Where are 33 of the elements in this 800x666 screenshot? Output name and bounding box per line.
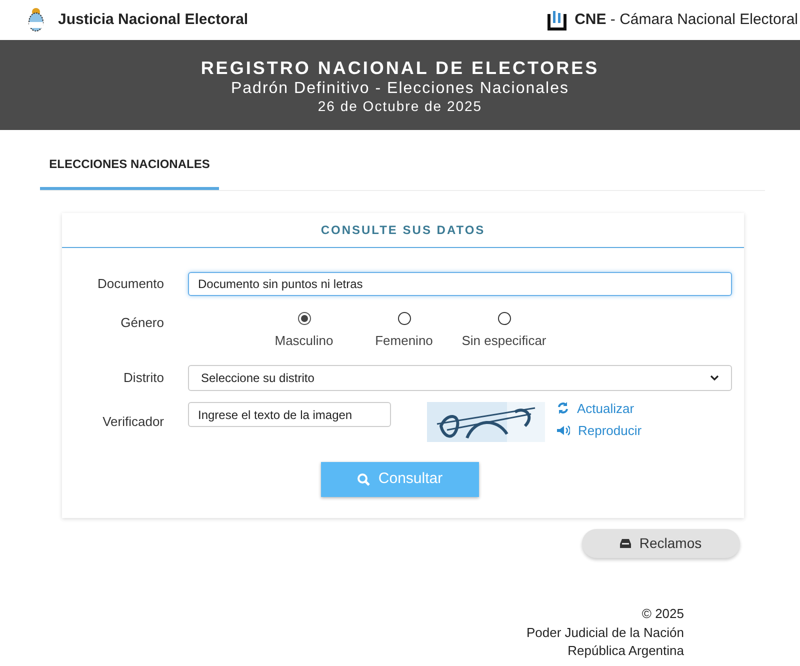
play-audio-link[interactable]: Reproducir (557, 421, 642, 440)
radio-label: Masculino (274, 332, 334, 350)
tab[interactable]: ELECCIONES NACIONALES (40, 140, 219, 190)
institution-title: CNE - Cámara Nacional Electoral (574, 10, 798, 30)
coat-of-arms-icon (26, 6, 46, 34)
footer-text: © 2025 (642, 605, 684, 623)
speaker-icon (557, 425, 570, 436)
inbox-icon (620, 539, 632, 548)
institution-logo-icon (546, 9, 567, 31)
site-title: Justicia Nacional Electoral (58, 10, 248, 30)
radio-button[interactable] (398, 312, 410, 325)
district-select[interactable]: Seleccione su distrito (188, 364, 732, 390)
document-field[interactable]: Documento sin puntos ni letras (188, 272, 732, 296)
form-title: CONSULTE SUS DATOS (62, 213, 744, 248)
refresh-icon (557, 402, 569, 414)
search-icon (357, 472, 370, 486)
footer-text: República Argentina (568, 642, 684, 660)
radio-label: Femenino (375, 332, 433, 350)
radio-button[interactable] (298, 312, 310, 325)
claims-button[interactable]: Reclamos (582, 529, 740, 558)
footer-text: Poder Judicial de la Nación (526, 624, 684, 642)
banner-date: 26 de Octubre de 2025 (318, 98, 482, 114)
captcha-field[interactable]: Ingrese el texto de la imagen (188, 402, 391, 427)
field-label: Distrito (122, 368, 164, 387)
radio-label: Sin especificar (462, 332, 546, 350)
refresh-link[interactable]: Actualizar (557, 398, 642, 418)
field-label: Verificador (102, 412, 164, 431)
radio-button[interactable] (498, 312, 510, 325)
chevron-down-icon (710, 374, 719, 380)
banner-subtitle: Padrón Definitivo - Elecciones Nacionales (230, 78, 570, 98)
field-label: Género (120, 314, 164, 332)
field-label: Documento (96, 275, 164, 294)
banner-title: REGISTRO NACIONAL DE ELECTORES (200, 56, 600, 78)
